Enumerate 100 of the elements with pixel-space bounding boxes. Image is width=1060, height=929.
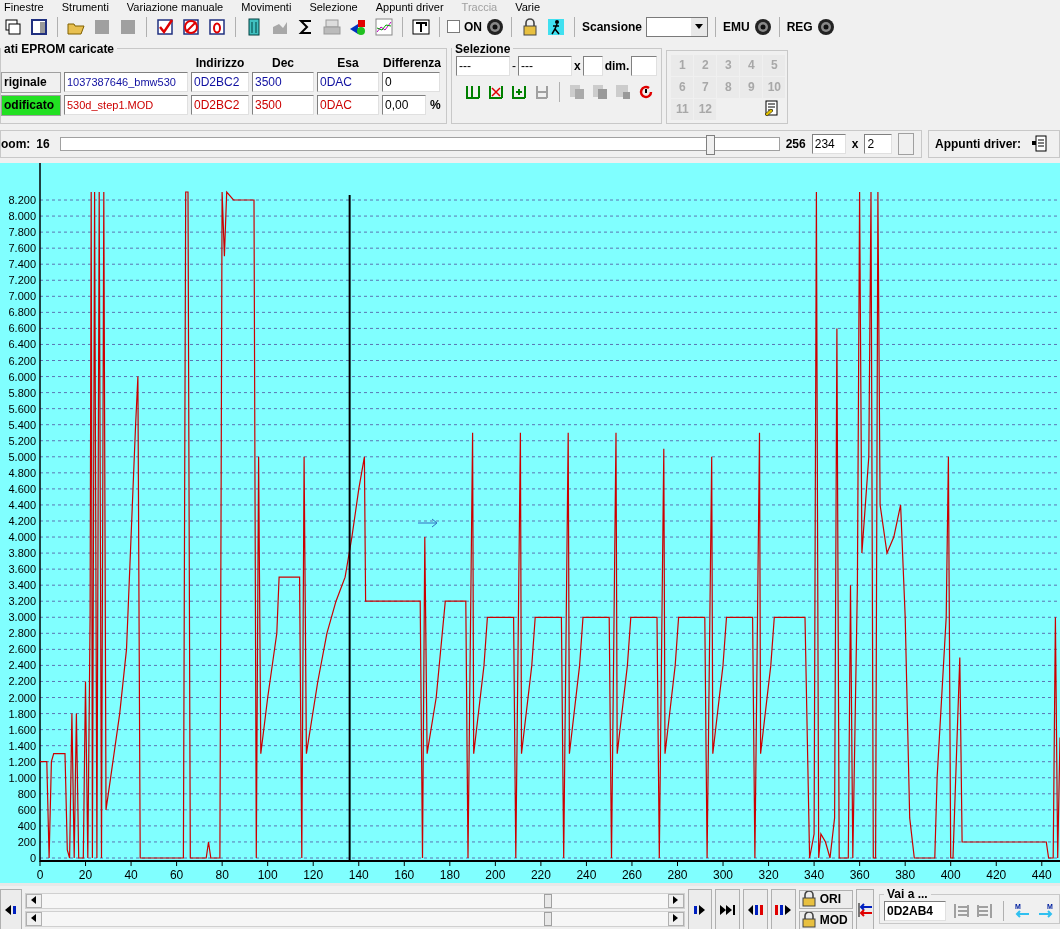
x-tick-label: 200 [485, 868, 506, 882]
x-tick-label: 80 [215, 868, 229, 882]
zoom-slider[interactable] [59, 137, 780, 152]
y-tick-label: 600 [17, 803, 36, 816]
scroll-left-button[interactable] [25, 893, 42, 908]
y-tick-label: 6.400 [8, 338, 36, 351]
cursor-line[interactable] [348, 194, 351, 862]
zoom-value-field[interactable]: 234 [811, 134, 846, 155]
row-label-button[interactable]: riginale [1, 71, 61, 93]
y-tick-label: 400 [17, 819, 36, 832]
align-right-icon[interactable] [976, 902, 994, 920]
menu-item[interactable]: Varie [515, 0, 541, 14]
file-field[interactable]: 1037387646_bmw530 [64, 72, 188, 93]
x-tick-label: 320 [758, 868, 779, 882]
menu-item[interactable]: Strumenti [61, 0, 109, 14]
file-field[interactable]: 530d_step1.MOD [64, 95, 188, 116]
column-header: Differenza [382, 55, 442, 70]
y-tick-label: 6.000 [8, 370, 36, 383]
document-icon[interactable] [1031, 135, 1049, 154]
y-tick-label: 2.000 [8, 691, 36, 704]
hex-field[interactable]: 0DAC [317, 95, 379, 116]
y-tick-label: 5.600 [8, 402, 36, 415]
from-field[interactable]: --- [456, 55, 510, 76]
x-tick-label: 300 [713, 868, 734, 882]
x-tick-label: 140 [348, 868, 369, 882]
x-tick-label: 220 [530, 868, 551, 882]
reg-label: REG [786, 19, 813, 34]
column-header: Indirizzo [194, 55, 246, 70]
factor-field[interactable]: 2 [864, 134, 893, 155]
menu-item[interactable]: Movimenti [241, 0, 292, 14]
y-tick-label: 1.800 [8, 707, 36, 720]
menu-item[interactable]: Variazione manuale [126, 0, 224, 14]
x-tick-label: 440 [1031, 868, 1052, 882]
menu-item[interactable]: Selezione [309, 0, 358, 14]
scroll-thumb[interactable] [543, 911, 552, 926]
x-tick-label: 420 [986, 868, 1007, 882]
scrollbar[interactable] [24, 910, 685, 927]
y-tick-label: 1.200 [8, 755, 36, 768]
lock-button[interactable]: ORI [798, 889, 853, 909]
on-checkbox[interactable] [447, 20, 460, 34]
menu-item[interactable]: Finestre [4, 0, 44, 14]
y-tick-label: 200 [17, 835, 36, 848]
spin-buttons[interactable] [898, 133, 915, 156]
scroll-right-button[interactable] [667, 893, 684, 908]
compare-button[interactable] [855, 888, 874, 929]
step-forward-button[interactable] [687, 888, 713, 929]
y-tick-label: 4.200 [8, 515, 36, 527]
difference-field[interactable]: 0,00 [382, 95, 426, 116]
x-tick-label: 60 [169, 868, 184, 882]
align-left-icon[interactable] [952, 902, 970, 920]
y-tick-label: 8.200 [8, 194, 36, 206]
y-tick-label: 1.600 [8, 723, 36, 736]
y-tick-label: 5.000 [8, 450, 36, 463]
y-tick-label: 3.200 [8, 595, 36, 608]
x-tick-label: 340 [804, 868, 825, 882]
scan-dropdown[interactable] [646, 16, 709, 37]
column-header: Dec [271, 55, 295, 70]
y-tick-label: 4.800 [8, 466, 36, 479]
y-tick-label: 6.600 [8, 322, 36, 335]
row-label-button[interactable]: odificato [1, 94, 61, 116]
skip-end-button[interactable] [715, 888, 741, 929]
difference-field[interactable]: 0 [382, 72, 440, 93]
caret-icon [695, 24, 704, 30]
paste-icon[interactable] [614, 82, 632, 101]
dim-field[interactable] [631, 55, 658, 76]
dec-field[interactable]: 3500 [252, 95, 314, 116]
slider-thumb[interactable] [706, 135, 716, 156]
y-tick-label: 800 [17, 787, 36, 800]
next-diff-button[interactable] [770, 888, 796, 929]
previous-diff-button[interactable] [743, 888, 768, 929]
y-tick-label: 3.600 [8, 563, 36, 576]
x-label: x [851, 137, 859, 152]
y-tick-label: 3.400 [8, 579, 36, 592]
copy-icon[interactable] [591, 82, 609, 101]
scroll-left-button[interactable] [25, 911, 42, 926]
scrollbar[interactable] [24, 892, 685, 909]
x-tick-label: 280 [667, 868, 688, 882]
separator-label: - [512, 58, 516, 73]
goto-field[interactable]: 0D2AB4 [884, 901, 946, 921]
x-tick-label: 40 [124, 868, 138, 882]
group-title: Vai a ... [886, 887, 929, 901]
y-tick-label: 4.000 [8, 531, 36, 544]
y-tick-label: 4.600 [8, 482, 36, 495]
dec-field[interactable]: 3500 [252, 72, 314, 93]
y-tick-label: 2.600 [8, 643, 36, 656]
count-field[interactable] [582, 55, 603, 76]
scroll-thumb[interactable] [543, 893, 552, 908]
graph-icon[interactable] [373, 15, 395, 38]
address-field[interactable]: 0D2BC2 [191, 72, 249, 93]
x-tick-label: 160 [394, 868, 415, 882]
clipboard-label: Appunti driver: [935, 137, 1021, 152]
y-tick-label: 7.800 [8, 226, 36, 239]
scroll-right-button[interactable] [667, 911, 684, 926]
menu-item[interactable]: Appunti driver [375, 0, 444, 14]
hex-field[interactable]: 0DAC [317, 72, 379, 93]
previous-button[interactable] [0, 888, 22, 929]
address-field[interactable]: 0D2BC2 [191, 95, 249, 116]
to-field[interactable]: --- [518, 55, 572, 76]
lock-button[interactable]: MOD [798, 910, 853, 929]
target-icon [486, 17, 504, 36]
